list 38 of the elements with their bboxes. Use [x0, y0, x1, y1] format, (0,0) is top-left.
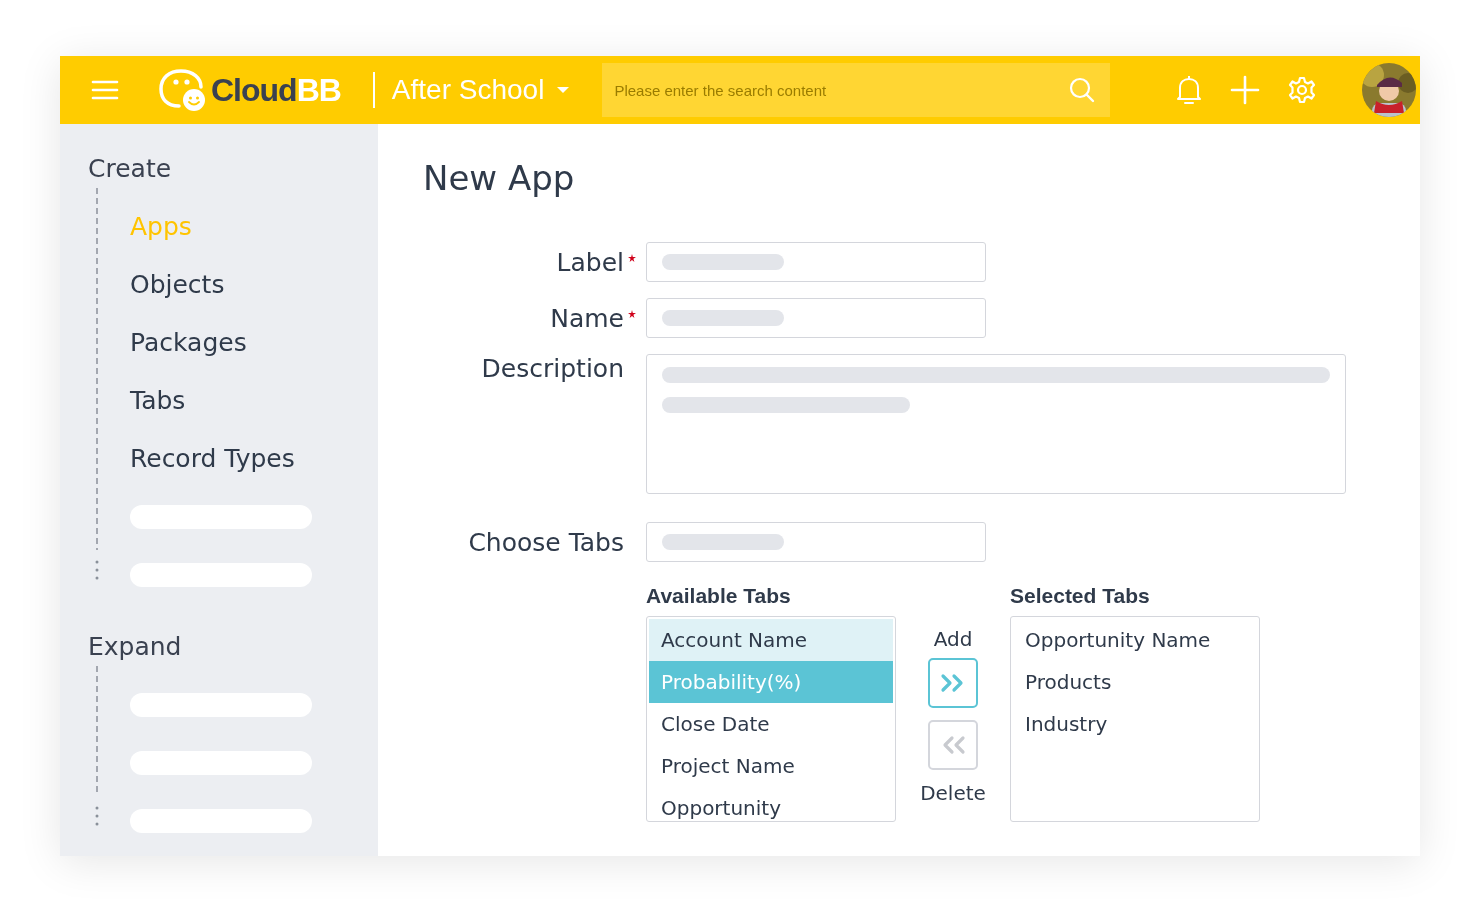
- search-icon[interactable]: [1068, 76, 1097, 104]
- sidebar-item[interactable]: Packages: [130, 314, 378, 372]
- sidebar-item[interactable]: Record Types: [130, 430, 378, 488]
- required-icon: [628, 309, 636, 318]
- sidebar-heading: Create: [88, 154, 173, 184]
- text-area[interactable]: [646, 354, 1346, 494]
- list-item[interactable]: Opportunity Name: [1013, 619, 1257, 661]
- search-field[interactable]: Please enter the search content: [602, 63, 1111, 117]
- logo-text: CloudBB: [211, 71, 341, 109]
- bell-icon[interactable]: [1176, 75, 1203, 105]
- field-label: Choose Tabs: [468, 527, 624, 557]
- caret-icon: [556, 86, 571, 94]
- required-icon: [628, 253, 636, 262]
- field-label: Label: [556, 247, 624, 277]
- list-title: Selected Tabs: [1010, 584, 1151, 609]
- sidebar-heading: Expand: [88, 632, 183, 662]
- list-title: Available Tabs: [646, 584, 792, 609]
- page-title: New App: [423, 157, 576, 200]
- input-field[interactable]: [646, 298, 986, 338]
- input-field[interactable]: [646, 242, 986, 282]
- input-field[interactable]: [646, 522, 986, 562]
- list-item[interactable]: Products: [1013, 661, 1257, 703]
- button-label: Add: [933, 626, 973, 653]
- list-item[interactable]: Close Date: [649, 703, 893, 745]
- add-button[interactable]: [928, 658, 978, 708]
- list-item[interactable]: Account Name: [649, 619, 893, 661]
- field-label: Name: [550, 303, 624, 333]
- list-item[interactable]: Project Name: [649, 745, 893, 787]
- sidebar-item[interactable]: Objects: [130, 256, 378, 314]
- list-item[interactable]: Opportunity: [649, 787, 893, 821]
- settings-icon[interactable]: [1288, 76, 1317, 104]
- sidebar-item[interactable]: Tabs: [130, 372, 378, 430]
- menu-icon[interactable]: [91, 80, 119, 100]
- smiley-logo-icon: [159, 69, 207, 111]
- field-label: Description: [481, 354, 624, 383]
- plus-icon[interactable]: [1230, 75, 1261, 105]
- list-item[interactable]: Industry: [1013, 703, 1257, 745]
- button-label: Delete: [920, 780, 986, 807]
